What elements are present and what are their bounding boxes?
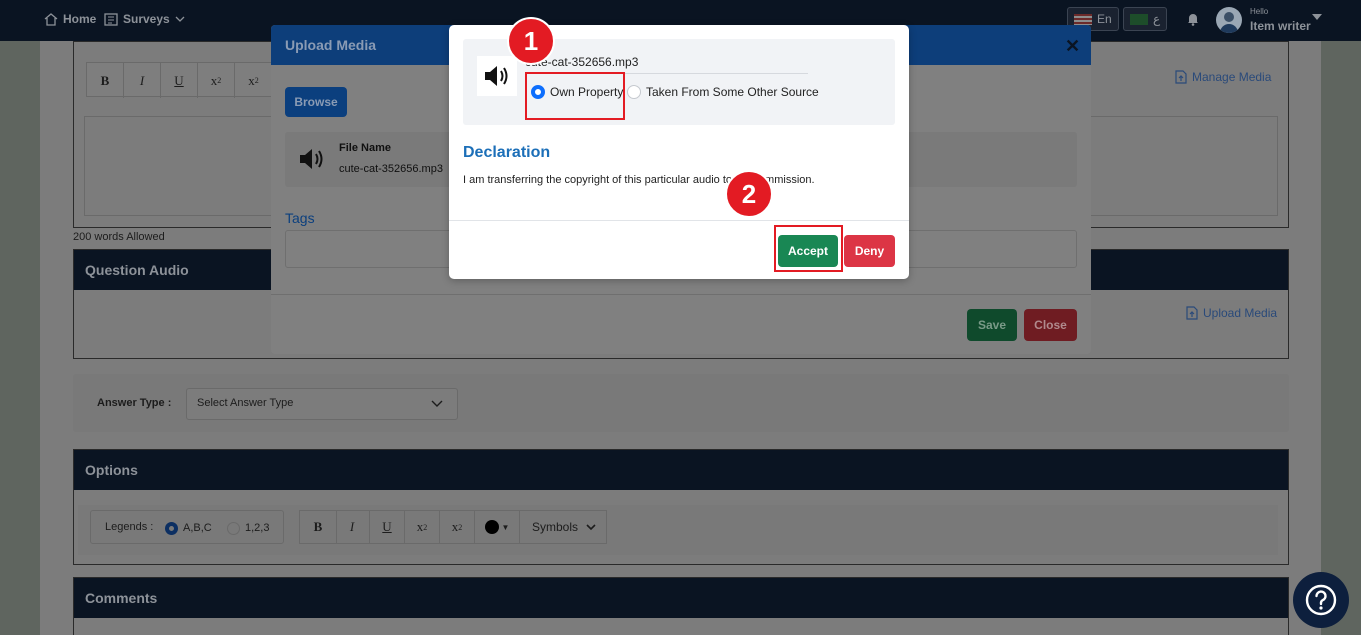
options-italic-button[interactable]: I <box>335 511 370 543</box>
symbols-dropdown[interactable]: Symbols <box>522 511 606 543</box>
comments-card: Comments <box>73 577 1289 635</box>
options-title: Options <box>74 450 1288 490</box>
step-2-badge: 2 <box>725 170 773 218</box>
manage-media-link[interactable]: Manage Media <box>1175 70 1271 84</box>
options-superscript-button[interactable]: x2 <box>440 511 475 543</box>
legends-group: Legends : A,B,C 1,2,3 <box>90 510 284 544</box>
tags-label: Tags <box>285 210 315 226</box>
nav-home-label: Home <box>63 12 97 26</box>
user-menu-caret-icon[interactable] <box>1312 14 1322 20</box>
page-side-left <box>0 41 40 635</box>
bold-button[interactable]: B <box>87 63 124 98</box>
options-card: Options Legends : A,B,C 1,2,3 B I U x2 x… <box>73 449 1289 565</box>
nav-surveys[interactable]: Surveys <box>104 12 185 26</box>
symbols-label: Symbols <box>531 520 578 534</box>
avatar[interactable] <box>1216 7 1242 33</box>
upload-media-label: Upload Media <box>1203 306 1278 320</box>
chevron-down-icon <box>175 16 185 22</box>
user-greeting: Hello <box>1250 7 1269 16</box>
legend-123-label: 1,2,3 <box>245 522 270 534</box>
words-allowed-note: 200 words Allowed <box>73 231 165 243</box>
options-superscript-mark: 2 <box>458 522 463 532</box>
underline-button[interactable]: U <box>161 63 198 98</box>
color-dot-icon <box>484 520 499 534</box>
chevron-down-icon <box>431 400 443 407</box>
language-en-label: En <box>1097 12 1112 26</box>
answer-type-label: Answer Type : <box>97 397 172 409</box>
options-toolbar: Legends : A,B,C 1,2,3 B I U x2 x2 ▼ Symb… <box>78 505 1278 555</box>
legend-abc-radio[interactable] <box>165 522 178 535</box>
question-mark-icon <box>1305 584 1337 616</box>
superscript-mark: 2 <box>254 76 259 85</box>
speaker-icon <box>300 149 323 169</box>
highlight-accept <box>774 225 843 272</box>
close-icon[interactable]: ✕ <box>1065 36 1080 57</box>
language-ar-label: ع <box>1153 12 1161 26</box>
help-button[interactable] <box>1293 572 1349 628</box>
answer-type-select[interactable]: Select Answer Type <box>186 388 458 420</box>
us-flag-icon <box>1074 13 1092 25</box>
modal-divider <box>449 220 909 221</box>
file-name-value: cute-cat-352656.mp3 <box>339 163 443 175</box>
user-avatar-icon <box>1220 12 1238 33</box>
options-underline-button[interactable]: U <box>370 511 405 543</box>
subscript-mark: 2 <box>217 76 222 85</box>
language-ar-button[interactable]: ع <box>1123 7 1168 31</box>
step-1-badge: 1 <box>507 17 555 65</box>
browse-button[interactable]: Browse <box>285 87 347 117</box>
subscript-button[interactable]: x2 <box>198 63 235 98</box>
answer-type-row: Answer Type : Select Answer Type <box>73 374 1289 432</box>
speaker-icon <box>485 66 508 86</box>
nav-surveys-label: Surveys <box>123 12 170 26</box>
options-format-toolbar: B I U x2 x2 ▼ Symbols <box>299 510 607 544</box>
comments-title: Comments <box>74 578 1288 618</box>
legend-123-radio[interactable] <box>227 522 240 535</box>
legends-label: Legends : <box>105 521 154 533</box>
superscript-button[interactable]: x2 <box>235 63 272 98</box>
manage-media-label: Manage Media <box>1192 70 1272 84</box>
bell-icon[interactable] <box>1186 12 1200 26</box>
file-name-label: File Name <box>339 142 391 154</box>
home-icon <box>44 12 58 26</box>
text-color-button[interactable]: ▼ <box>475 511 520 543</box>
close-button[interactable]: Close <box>1024 309 1077 341</box>
nav-home[interactable]: Home <box>44 12 96 26</box>
modal-divider <box>271 294 1091 295</box>
file-upload-icon <box>1186 306 1198 320</box>
options-bold-button[interactable]: B <box>300 511 337 543</box>
declaration-title: Declaration <box>463 144 551 161</box>
deny-button[interactable]: Deny <box>844 235 895 267</box>
chevron-down-icon <box>586 523 596 530</box>
options-subscript-mark: 2 <box>423 522 428 532</box>
file-upload-icon <box>1175 70 1187 84</box>
surveys-icon <box>104 12 118 26</box>
other-source-label: Taken From Some Other Source <box>646 85 819 99</box>
caret-down-icon: ▼ <box>501 522 510 532</box>
legend-abc-label: A,B,C <box>183 522 212 534</box>
other-source-option[interactable]: Taken From Some Other Source <box>627 85 819 99</box>
page-side-right <box>1321 41 1361 635</box>
other-source-radio[interactable] <box>627 85 641 99</box>
options-subscript-button[interactable]: x2 <box>405 511 440 543</box>
save-button[interactable]: Save <box>967 309 1017 341</box>
saudi-flag-icon <box>1130 13 1148 25</box>
italic-button[interactable]: I <box>124 63 161 98</box>
upload-media-link[interactable]: Upload Media <box>1186 306 1277 320</box>
user-name: Item writer <box>1250 19 1311 33</box>
highlight-own-property <box>525 72 625 120</box>
answer-type-placeholder: Select Answer Type <box>197 397 294 409</box>
audio-file-thumbnail <box>477 56 517 96</box>
